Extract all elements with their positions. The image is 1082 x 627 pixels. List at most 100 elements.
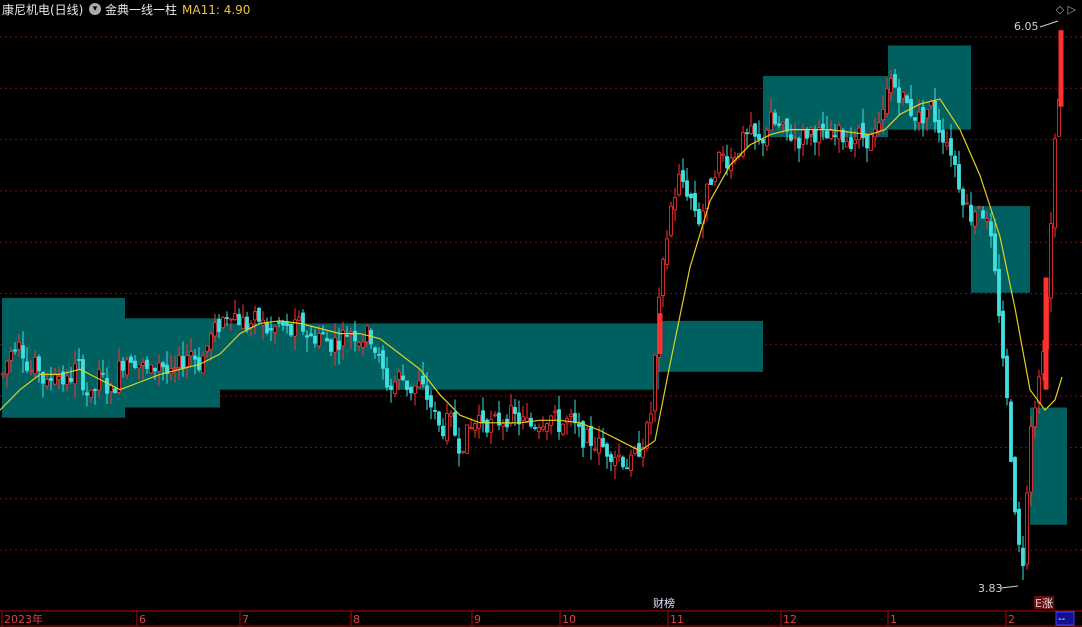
candle-body xyxy=(793,137,797,139)
zone-box xyxy=(125,318,220,408)
candle-body xyxy=(589,425,593,447)
candle-body xyxy=(53,374,57,385)
candle-body xyxy=(493,414,497,417)
candle-body xyxy=(833,135,837,138)
teal-zones xyxy=(2,45,1067,525)
candle-body xyxy=(765,129,769,147)
candle-body xyxy=(45,379,49,387)
candle-body xyxy=(437,411,441,426)
candle-body xyxy=(377,353,381,356)
candle-body xyxy=(345,335,349,337)
candle-body xyxy=(761,138,765,144)
candle-body xyxy=(441,425,445,437)
candle-body xyxy=(225,317,229,319)
candle-body xyxy=(69,377,73,382)
candle-body xyxy=(913,117,917,121)
candle-body xyxy=(805,130,809,139)
candle-body xyxy=(301,312,305,332)
highlight-bar xyxy=(657,313,663,354)
x-tick-label: 1 xyxy=(890,613,897,626)
candle-body xyxy=(393,381,397,394)
candle-body xyxy=(601,438,605,447)
chevron-down-icon[interactable]: ▾ xyxy=(89,3,101,15)
candle-body xyxy=(705,183,709,210)
zone-box xyxy=(659,320,763,372)
candle-body xyxy=(373,347,377,353)
candle-body xyxy=(457,438,461,454)
window-controls[interactable]: ◇ ▷ xyxy=(1056,0,1076,20)
high-arrow xyxy=(1039,20,1059,28)
candle-body xyxy=(25,361,29,371)
candle-body xyxy=(745,132,749,135)
candle-body xyxy=(241,317,245,329)
candle-body xyxy=(681,170,685,182)
candle-body xyxy=(305,335,309,338)
candle-body xyxy=(269,328,273,331)
candle-body xyxy=(581,421,585,448)
candle-body xyxy=(569,413,573,417)
candle-body xyxy=(421,375,425,385)
candle-body xyxy=(177,355,181,368)
candle-body xyxy=(109,385,113,393)
candle-body xyxy=(945,142,949,147)
stock-title[interactable]: 康尼机电(日线) xyxy=(2,0,83,20)
candle-body xyxy=(585,428,589,443)
candle-body xyxy=(933,100,937,123)
candle-body xyxy=(185,355,189,368)
candle-body xyxy=(237,313,241,326)
candle-body xyxy=(825,130,829,139)
candle-body xyxy=(1033,407,1037,428)
candle-body xyxy=(473,422,477,431)
candle-body xyxy=(329,339,333,352)
candlestick-chart[interactable]: 6.05 3.83 2023年 6 7 8 9 10 11 12 1 2 财榜 E 涨 -- xyxy=(0,0,1082,627)
candle-body xyxy=(105,377,109,394)
x-tick-label: 2023年 xyxy=(4,612,43,626)
candle-body xyxy=(905,95,909,104)
candle-body xyxy=(425,385,429,400)
x-axis-labels: 2023年 6 7 8 9 10 11 12 1 2 xyxy=(1,611,1015,626)
candle-body xyxy=(677,173,681,196)
candle-body xyxy=(845,141,849,148)
event-zhang: 涨 xyxy=(1042,597,1053,610)
x-tick-label: 12 xyxy=(783,613,797,626)
candle-body xyxy=(405,380,409,390)
candle-body xyxy=(849,137,853,149)
candle-body xyxy=(617,454,621,458)
candle-body xyxy=(881,109,885,121)
candle-body xyxy=(977,206,981,209)
candle-body xyxy=(789,134,793,141)
candle-body xyxy=(333,337,337,353)
high-label: 6.05 xyxy=(1014,20,1039,33)
candle-body xyxy=(609,454,613,462)
candle-body xyxy=(37,356,41,372)
candle-body xyxy=(265,321,269,334)
candle-body xyxy=(449,413,453,417)
candle-body xyxy=(309,333,313,337)
candle-body xyxy=(577,423,581,427)
candle-body xyxy=(93,389,97,391)
indicator-name[interactable]: 金典一线一柱 xyxy=(105,0,177,20)
x-tick-label: 2 xyxy=(1008,613,1015,626)
candle-body xyxy=(357,342,361,347)
candle-body xyxy=(257,307,261,322)
zone-box xyxy=(220,323,659,390)
x-tick-label: 10 xyxy=(562,613,576,626)
candle-body xyxy=(553,410,557,413)
candle-body xyxy=(1029,426,1033,493)
candle-body xyxy=(253,311,257,321)
candle-body xyxy=(801,129,805,145)
candle-body xyxy=(889,78,893,93)
candle-body xyxy=(901,91,905,99)
candle-body xyxy=(661,259,665,296)
candle-body xyxy=(29,369,33,372)
candle-body xyxy=(941,129,945,143)
candle-body xyxy=(489,419,493,433)
event-caibang[interactable]: 财榜 xyxy=(653,596,675,610)
candle-body xyxy=(969,204,973,222)
candle-body xyxy=(1049,223,1053,299)
candle-body xyxy=(217,318,221,332)
candle-body xyxy=(461,450,465,453)
event-zhang-prefix: E xyxy=(1035,597,1042,610)
candle-body xyxy=(321,332,325,335)
candle-body xyxy=(409,386,413,394)
